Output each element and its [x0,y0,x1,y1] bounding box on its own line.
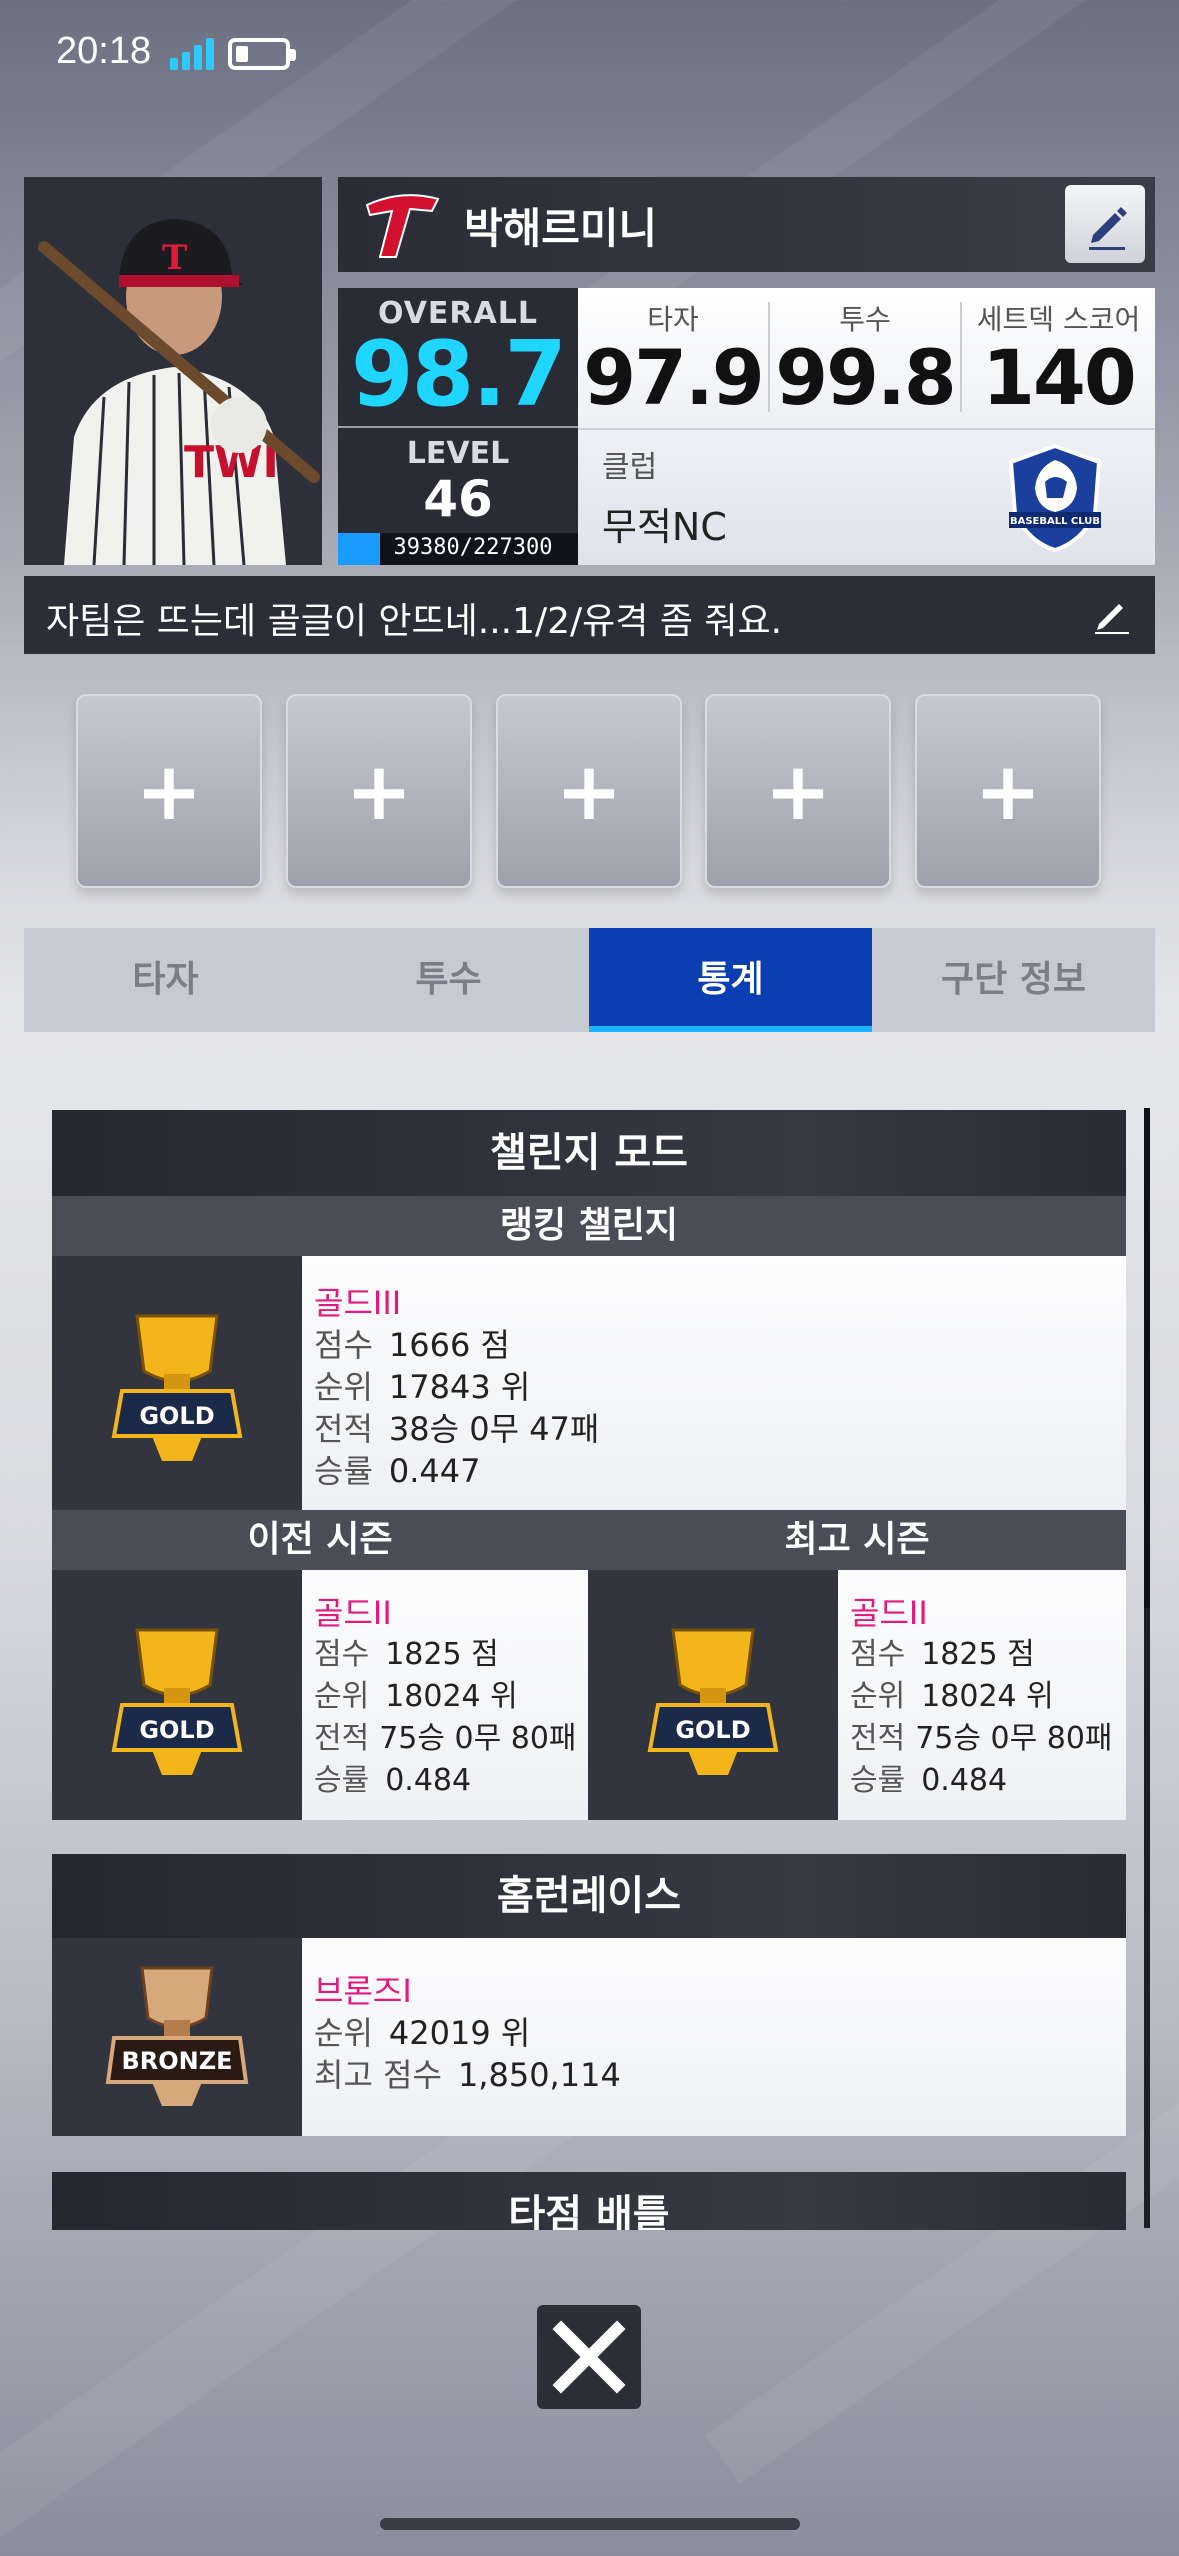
plus-icon: + [974,745,1042,838]
pencil-icon[interactable] [1091,594,1133,636]
badge-tier-text: BRONZE [121,2047,232,2075]
gold-trophy-icon: GOLD [647,1628,779,1775]
badge-tier-text: GOLD [139,1402,214,1430]
homerun-race-header: 홈런레이스 [52,1854,1126,1938]
setdeck-score-label: 세트덱 스코어 [976,303,1141,336]
empty-slot-button[interactable]: + [705,694,891,888]
rank-row: 순위 18024 위 [850,1679,1054,1714]
player-name-bar: 박해르미니 [338,177,1155,272]
player-stats-panel: OVERALL 98.7 LEVEL 46 39380/227300 타자 97… [338,288,1155,565]
motto-bar[interactable]: 자팀은 뜨는데 골글이 안뜨네...1/2/유격 좀 줘요. [24,576,1155,654]
exp-progress-bar: 39380/227300 [338,533,578,565]
gold-trophy-icon: GOLD [111,1628,243,1775]
tab-stats[interactable]: 통계 [589,928,872,1032]
level-label: LEVEL [406,436,510,471]
tab-bar: 타자 투수 통계 구단 정보 [24,928,1155,1032]
status-bar: 20:18 [0,0,1179,110]
club-logo-text: BASEBALL CLUB [1010,516,1100,527]
player-avatar: TWI T [24,177,322,565]
pitcher-score-label: 투수 [839,303,891,336]
rank-row: 순위 42019 위 [314,2014,531,2052]
badge-tier-text: GOLD [139,1716,214,1744]
player-name: 박해르미니 [464,204,658,253]
plus-icon: + [764,745,832,838]
empty-slot-button[interactable]: + [915,694,1101,888]
tier-name: 골드II [850,1594,928,1632]
home-indicator[interactable] [380,2518,800,2530]
overall-value: 98.7 [350,322,567,427]
plus-icon: + [345,745,413,838]
previous-season-info: 골드II 점수 1825 점 순위 18024 위 전적 75승 0무 80패 승률 0… [302,1570,588,1820]
score-box: 타자 97.9 투수 99.8 세트덱 스코어 140 [578,288,1155,428]
close-button[interactable] [537,2305,641,2409]
level-value: 46 [423,470,493,528]
gold-badge: GOLD [52,1570,302,1820]
best-season-info: 골드II 점수 1825 점 순위 18024 위 전적 75승 0무 80패 승률 0… [838,1570,1126,1820]
bronze-badge: BRONZE [52,1938,302,2136]
rank-row: 순위 18024 위 [314,1679,518,1714]
pencil-icon [1089,207,1127,250]
club-label: 클럽 [602,450,658,485]
pitcher-score: 투수 99.8 [770,288,960,428]
exp-text: 39380/227300 [393,535,553,560]
gold-trophy-icon: GOLD [111,1314,243,1461]
previous-season-header: 이전 시즌 [52,1510,588,1570]
ranking-challenge-header: 랭킹 챌린지 [52,1196,1126,1256]
score-row: 점수 1825 점 [314,1637,499,1672]
level-box: LEVEL 46 39380/227300 [338,428,578,565]
battery-icon [228,38,296,70]
motto-text: 자팀은 뜨는데 골글이 안뜨네...1/2/유격 좀 줘요. [46,601,783,642]
edit-profile-button[interactable] [1065,185,1145,263]
empty-slot-button[interactable]: + [76,694,262,888]
empty-slot-button[interactable]: + [496,694,682,888]
club-shield-icon: BASEBALL CLUB [1008,443,1102,553]
tier-name: 골드III [314,1284,402,1322]
batter-score-label: 타자 [647,303,699,336]
bronze-trophy-icon: BRONZE [105,1966,249,2106]
team-logo-icon [365,194,440,258]
empty-slot-button[interactable]: + [286,694,472,888]
best-score-row: 최고 점수 1,850,114 [314,2056,621,2094]
record-row: 전적 38승 0무 47패 [314,1410,600,1448]
overall-box: OVERALL 98.7 [338,288,578,426]
challenge-mode-header: 챌린지 모드 [52,1110,1126,1196]
tab-batter[interactable]: 타자 [24,928,307,1032]
tier-name: 브론즈I [314,1972,412,2010]
record-row: 전적 75승 0무 80패 [850,1721,1113,1756]
setdeck-score: 세트덱 스코어 140 [962,288,1155,428]
club-box[interactable]: 클럽 무적NC BASEBALL CLUB [578,428,1155,565]
battery-level [236,46,248,62]
gold-badge: GOLD [588,1570,838,1820]
pitcher-score-value: 99.8 [775,333,957,422]
winrate-row: 승률 0.447 [314,1452,481,1490]
winrate-row: 승률 0.484 [850,1763,1008,1798]
scrollbar-thumb[interactable] [1144,1108,1150,1608]
svg-text:T: T [162,238,187,278]
plus-icon: + [135,745,203,838]
score-row: 점수 1825 점 [850,1637,1035,1672]
ranking-current-info: 골드III 점수 1666 점 순위 17843 위 전적 38승 0무 47패 승률… [302,1256,1126,1510]
gold-badge: GOLD [52,1256,302,1510]
club-name: 무적NC [602,505,727,549]
setdeck-score-value: 140 [982,333,1137,422]
best-season-header: 최고 시즌 [588,1510,1126,1570]
tab-team-info[interactable]: 구단 정보 [872,928,1155,1032]
rbi-battle-header: 타점 배틀 [52,2172,1126,2230]
close-icon [552,2320,626,2394]
winrate-row: 승률 0.484 [314,1763,472,1798]
tab-pitcher[interactable]: 투수 [307,928,590,1032]
plus-icon: + [555,745,623,838]
status-time: 20:18 [56,30,152,72]
badge-tier-text: GOLD [675,1716,750,1744]
record-row: 전적 75승 0무 80패 [314,1721,577,1756]
homerun-race-info: 브론즈I 순위 42019 위 최고 점수 1,850,114 [302,1938,1126,2136]
score-row: 점수 1666 점 [314,1326,510,1364]
tier-name: 골드II [314,1594,392,1632]
batter-score: 타자 97.9 [578,288,768,428]
signal-icon [170,36,218,70]
batter-score-value: 97.9 [583,333,765,422]
rank-row: 순위 17843 위 [314,1368,531,1406]
